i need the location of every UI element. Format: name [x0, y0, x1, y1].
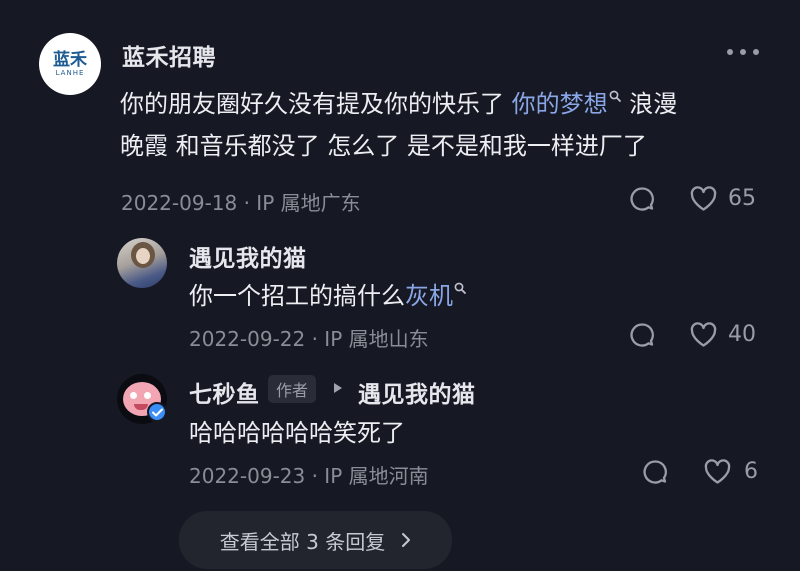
view-all-replies-label: 查看全部 3 条回复: [219, 529, 386, 554]
comment-text-line-2: 晚霞 和音乐都没了 怎么了 是不是和我一样进厂了: [120, 132, 647, 160]
reply-button[interactable]: [628, 321, 656, 349]
reply-username[interactable]: 七秒鱼: [189, 375, 260, 409]
avatar-lanhe[interactable]: 蓝禾 LANHE: [39, 33, 101, 95]
heart-icon: [690, 186, 717, 211]
avatar-eye-right: [144, 392, 151, 399]
like-button[interactable]: 65: [689, 185, 756, 212]
search-icon: [609, 90, 621, 102]
comment-text: 你的朋友圈好久没有提及你的快乐了 你的梦想 浪漫 晚霞 和音乐都没了 怎么了 是…: [120, 83, 780, 167]
more-options-button[interactable]: [727, 49, 759, 55]
like-button[interactable]: 6: [703, 458, 758, 485]
avatar-author[interactable]: [117, 374, 167, 424]
author-badge: 作者: [268, 375, 317, 403]
search-link-huiji[interactable]: 灰机: [405, 282, 453, 310]
comment-bubble-icon: [643, 460, 667, 484]
reply-button[interactable]: [641, 458, 669, 486]
dot-icon: [740, 49, 746, 55]
reply-meta: 2022-09-22 · IP 属地山东: [189, 327, 429, 351]
verified-badge-icon: [147, 402, 167, 422]
reply-text: 你一个招工的搞什么灰机: [189, 275, 467, 317]
search-icon: [454, 282, 466, 294]
reply-text: 哈哈哈哈哈哈笑死了: [189, 419, 405, 447]
lanhe-logo-subtext: LANHE: [55, 68, 85, 77]
comment-meta: 2022-09-18 · IP 属地广东: [121, 191, 361, 215]
avatar-eye-left: [130, 392, 137, 399]
comment-bubble-icon: [630, 323, 654, 347]
reply-to-username[interactable]: 遇见我的猫: [358, 375, 476, 409]
view-all-replies-button[interactable]: 查看全部 3 条回复: [179, 511, 452, 569]
avatar-face: [136, 248, 150, 264]
comment-bubble-icon: [630, 187, 654, 211]
like-count: 40: [728, 322, 756, 347]
like-count: 65: [728, 186, 756, 211]
reply-arrow-icon: [334, 383, 342, 393]
comment-text-line-1: 你的朋友圈好久没有提及你的快乐了 你的梦想 浪漫: [120, 90, 678, 118]
like-count: 6: [744, 459, 758, 484]
avatar-user[interactable]: [117, 238, 167, 288]
dot-icon: [753, 49, 759, 55]
chevron-right-icon: [402, 533, 411, 547]
reply-username[interactable]: 遇见我的猫: [189, 239, 307, 273]
reply-button[interactable]: [628, 185, 656, 213]
search-link-dream[interactable]: 你的梦想: [512, 90, 608, 118]
lanhe-logo-text: 蓝禾: [53, 49, 87, 70]
heart-icon: [690, 322, 717, 347]
reply-meta: 2022-09-23 · IP 属地河南: [189, 464, 429, 488]
comment-username[interactable]: 蓝禾招聘: [122, 38, 216, 72]
heart-icon: [704, 459, 731, 484]
like-button[interactable]: 40: [689, 321, 756, 348]
dot-icon: [727, 49, 733, 55]
